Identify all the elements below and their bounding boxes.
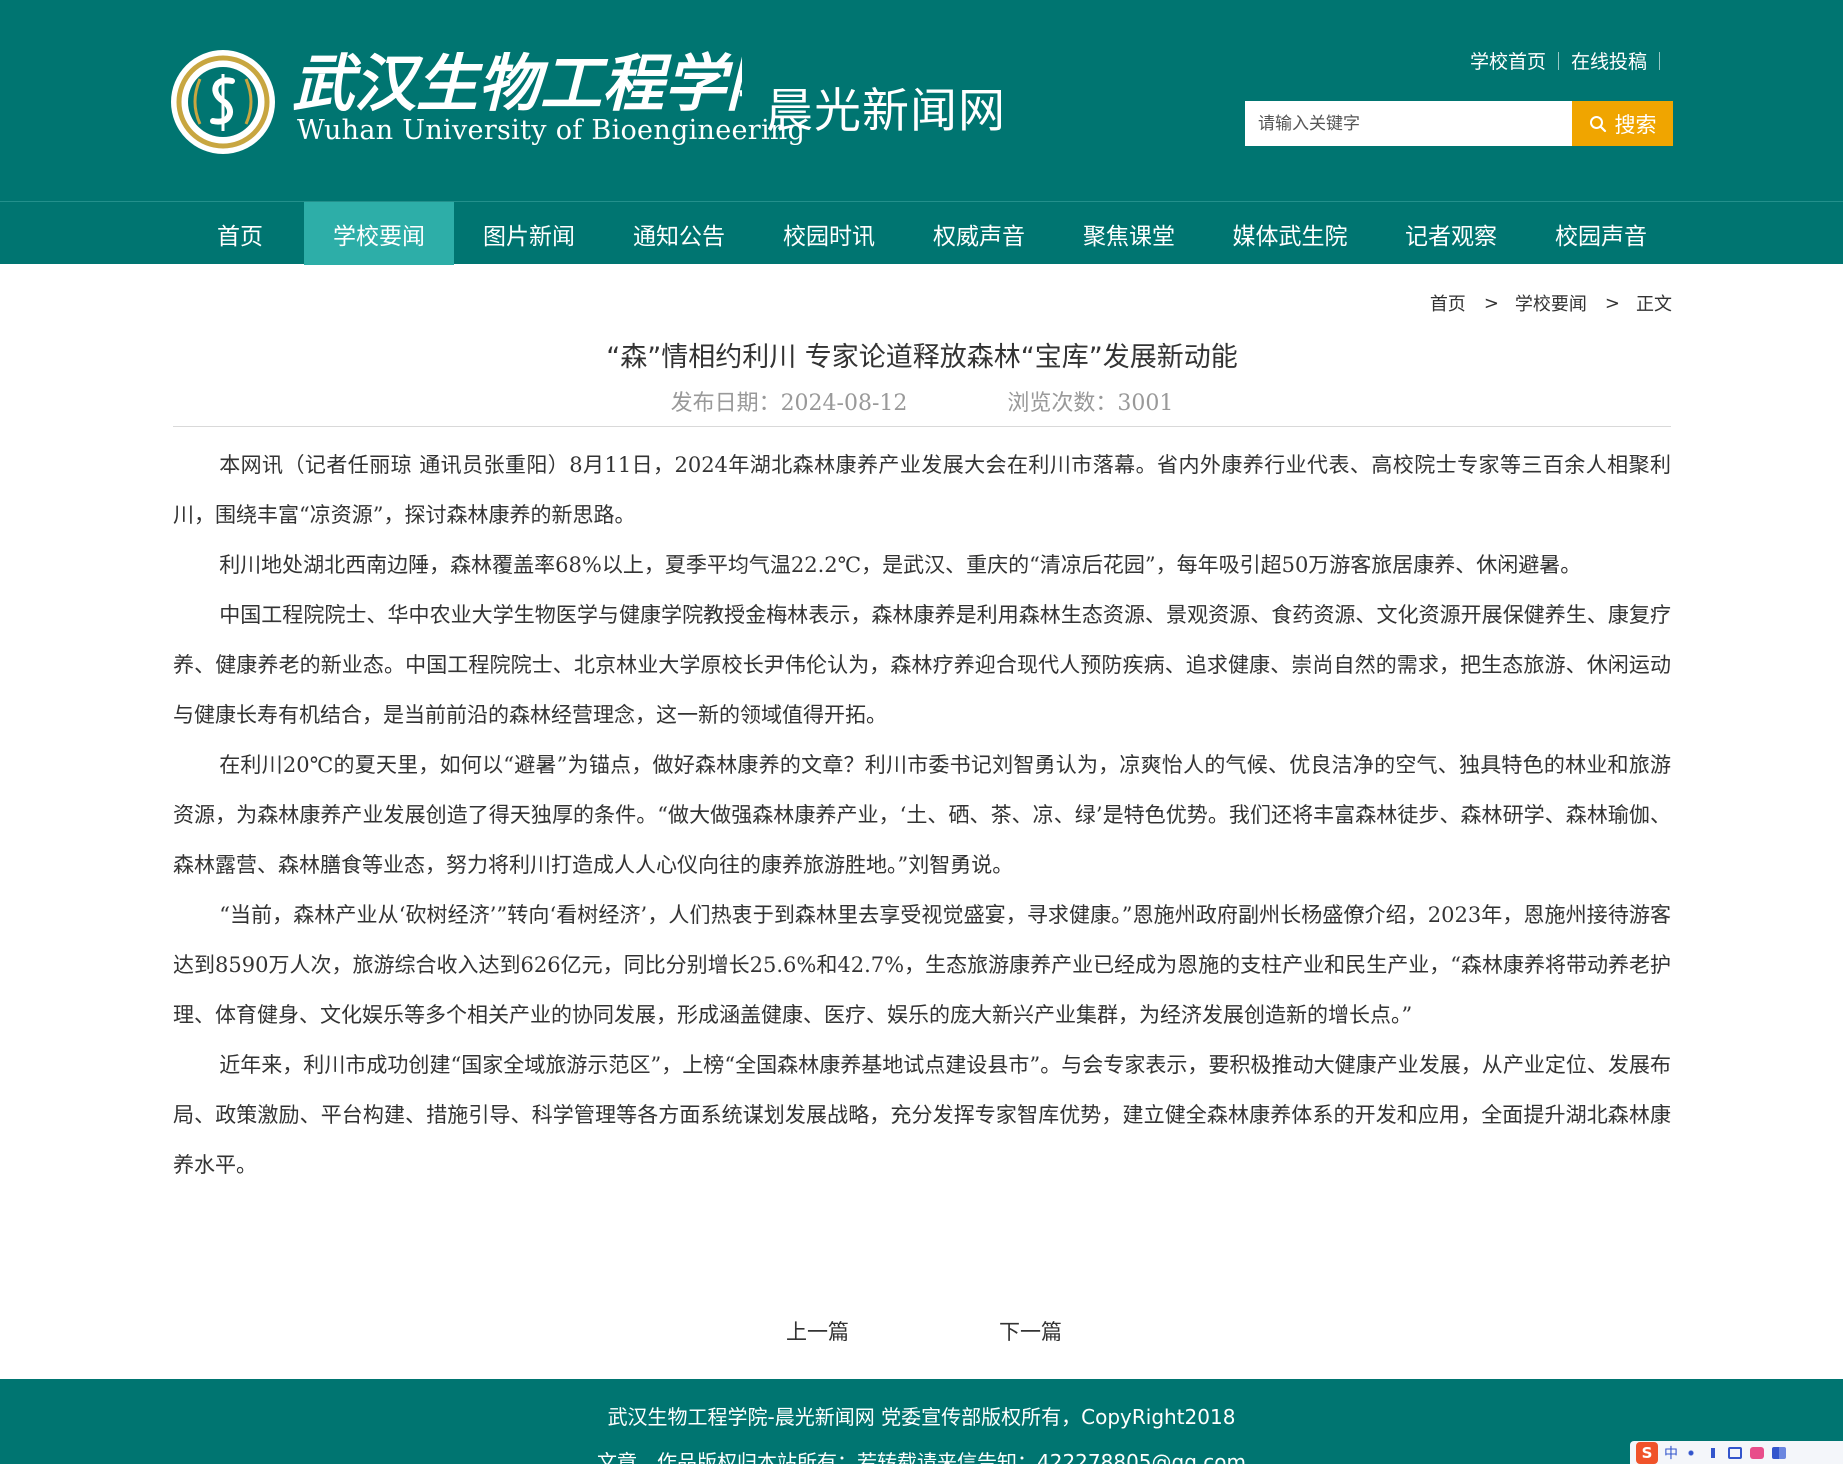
site-header: 武汉生物工程学院 Wuhan University of Bioengineer… — [0, 0, 1843, 201]
link-divider — [1558, 51, 1560, 70]
breadcrumb-home[interactable]: 首页 — [1430, 290, 1466, 316]
footer-contact: 文章、作品版权归本站所有；若转载请来信告知：422278805@qq.com — [597, 1450, 1246, 1474]
prev-article-link[interactable]: 上一篇 — [786, 1316, 849, 1346]
ime-mode-toggle[interactable]: 中 — [1664, 1443, 1678, 1463]
breadcrumb-section[interactable]: 学校要闻 — [1515, 290, 1587, 316]
search-button-label: 搜索 — [1614, 112, 1657, 137]
footer-copyright: 武汉生物工程学院-晨光新闻网 党委宣传部版权所有，CopyRight2018 — [607, 1405, 1236, 1429]
article-paragraph: “当前，森林产业从‘砍树经济’”转向‘看树经济’，人们热衷于到森林里去享受视觉盛… — [173, 903, 1671, 1027]
keyboard-icon[interactable] — [1728, 1446, 1742, 1459]
skin-icon[interactable] — [1750, 1446, 1764, 1459]
logo-cn-text: 武汉生物工程学院 — [292, 47, 742, 119]
article-title: “森”情相约利川 专家论道释放森林“宝库”发展新动能 — [606, 342, 1238, 373]
article-paragraph: 在利川20℃的夏天里，如何以“避暑”为锚点，做好森林康养的文章？利川市委书记刘智… — [173, 753, 1671, 877]
search-box: 搜索 — [1245, 101, 1673, 146]
search-icon — [1589, 115, 1606, 132]
nav-item-campus-news[interactable]: 校园时讯 — [754, 202, 904, 265]
article-paragraph: 中国工程院院士、华中农业大学生物医学与健康学院教授金梅林表示，森林康养是利用森林… — [173, 603, 1671, 727]
microphone-icon[interactable] — [1706, 1446, 1720, 1459]
nav-item-reporter[interactable]: 记者观察 — [1376, 202, 1526, 265]
ime-punctuation-icon[interactable] — [1684, 1446, 1698, 1459]
nav-item-media[interactable]: 媒体武生院 — [1204, 202, 1376, 265]
article-meta: 发布日期：2024-08-12 浏览次数：3001 — [173, 385, 1671, 417]
nav-item-campus-voice[interactable]: 校园声音 — [1526, 202, 1676, 265]
ime-toolbar[interactable]: S 中 — [1630, 1441, 1843, 1464]
breadcrumb-separator: > — [1604, 292, 1620, 314]
nav-item-notices[interactable]: 通知公告 — [604, 202, 754, 265]
nav-item-classroom-focus[interactable]: 聚焦课堂 — [1054, 202, 1204, 265]
nav-item-photo-news[interactable]: 图片新闻 — [454, 202, 604, 265]
breadcrumb-separator: > — [1483, 292, 1499, 314]
article-paragraph: 近年来，利川市成功创建“国家全域旅游示范区”，上榜“全国森林康养基地试点建设县市… — [173, 1053, 1671, 1177]
site-footer: 武汉生物工程学院-晨光新闻网 党委宣传部版权所有，CopyRight2018 文… — [0, 1379, 1843, 1474]
article-paragraph: 利川地处湖北西南边陲，森林覆盖率68%以上，夏季平均气温22.2℃，是武汉、重庆… — [219, 553, 1582, 577]
search-input[interactable] — [1245, 101, 1572, 146]
school-home-link[interactable]: 学校首页 — [1470, 47, 1546, 74]
next-article-link[interactable]: 下一篇 — [999, 1316, 1062, 1346]
ime-logo-icon[interactable]: S — [1636, 1441, 1658, 1464]
top-links: 学校首页 在线投稿 — [1470, 47, 1661, 74]
main-nav: 首页 学校要闻 图片新闻 通知公告 校园时讯 权威声音 聚焦课堂 媒体武生院 记… — [0, 201, 1843, 265]
breadcrumb: 首页 > 学校要闻 > 正文 — [1430, 290, 1672, 316]
university-emblem-icon[interactable] — [170, 49, 276, 155]
nav-item-authority-voice[interactable]: 权威声音 — [904, 202, 1054, 265]
submit-article-link[interactable]: 在线投稿 — [1571, 47, 1647, 74]
nav-item-school-news[interactable]: 学校要闻 — [304, 202, 454, 265]
article-paragraph: 本网讯（记者任丽琼 通讯员张重阳）8月11日，2024年湖北森林康养产业发展大会… — [173, 453, 1671, 527]
breadcrumb-current: 正文 — [1636, 294, 1672, 315]
university-calligraphy-logo: 武汉生物工程学院 — [292, 47, 742, 119]
article-body: 本网讯（记者任丽琼 通讯员张重阳）8月11日，2024年湖北森林康养产业发展大会… — [173, 440, 1671, 1190]
toolbox-icon[interactable] — [1772, 1446, 1786, 1459]
nav-item-home[interactable]: 首页 — [176, 202, 304, 265]
logo-en-text: Wuhan University of Bioengineering — [297, 115, 806, 146]
view-count: 浏览次数：3001 — [1007, 391, 1174, 416]
article-pager: 上一篇 下一篇 — [786, 1316, 1062, 1346]
publish-date: 发布日期：2024-08-12 — [670, 391, 908, 416]
site-name: 晨光新闻网 — [766, 84, 1006, 139]
title-divider — [173, 426, 1671, 427]
link-divider — [1659, 51, 1661, 70]
search-button[interactable]: 搜索 — [1572, 101, 1673, 146]
